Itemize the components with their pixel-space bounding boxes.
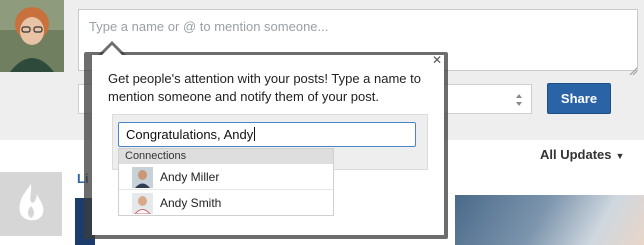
all-updates-filter[interactable]: All Updates ▼: [540, 147, 624, 162]
all-updates-label: All Updates: [540, 147, 612, 162]
suggestion-item[interactable]: Andy Miller: [119, 164, 333, 190]
close-icon[interactable]: ✕: [431, 54, 443, 66]
flame-logo-icon: [0, 172, 62, 236]
mention-suggestions: Connections Andy Miller Andy Smith: [118, 148, 334, 216]
avatar: [132, 193, 153, 214]
share-button[interactable]: Share: [547, 83, 611, 114]
text-caret: [254, 127, 256, 141]
suggestion-item[interactable]: Andy Smith: [119, 190, 333, 215]
avatar: [132, 167, 153, 188]
caret-down-icon: ▼: [615, 151, 625, 161]
tooltip-message: Get people's attention with your posts! …: [108, 71, 421, 104]
user-avatar: [0, 0, 64, 72]
feed-image: [455, 195, 644, 245]
suggestions-header: Connections: [119, 149, 333, 164]
suggestion-name: Andy Smith: [160, 196, 222, 210]
mention-demo-input[interactable]: Congratulations, Andy: [118, 122, 416, 147]
suggestion-name: Andy Miller: [160, 170, 220, 184]
mention-demo-text: Congratulations, Andy: [126, 127, 254, 142]
up-down-arrows-icon: [515, 92, 523, 108]
tooltip-pointer-inner: [102, 45, 122, 55]
resize-grip-icon[interactable]: [629, 62, 638, 76]
